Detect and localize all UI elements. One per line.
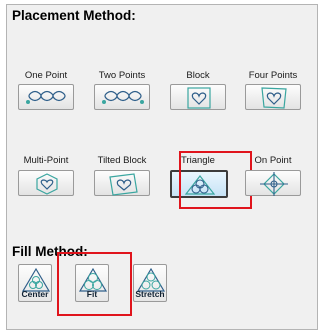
placement-method-title: Placement Method: bbox=[12, 8, 136, 23]
option-label-two-points: Two Points bbox=[98, 70, 146, 81]
fit-selection-highlight bbox=[57, 252, 132, 316]
option-label-four-points: Four Points bbox=[248, 70, 298, 81]
on-point-icon bbox=[260, 172, 288, 196]
fill-stretch-button[interactable]: Stretch bbox=[133, 264, 167, 302]
four-points-button[interactable] bbox=[245, 84, 301, 110]
block-button[interactable] bbox=[170, 84, 226, 110]
multi-point-button[interactable] bbox=[18, 170, 74, 196]
tilted-block-button[interactable] bbox=[94, 170, 150, 196]
option-label-block: Block bbox=[186, 70, 210, 81]
tilted-block-icon bbox=[109, 173, 138, 196]
option-label-multi-point: Multi-Point bbox=[23, 155, 69, 166]
multi-point-icon bbox=[36, 173, 58, 195]
one-point-icon bbox=[26, 90, 66, 104]
two-points-button[interactable] bbox=[94, 84, 150, 110]
fill-stretch-label: Stretch bbox=[135, 289, 165, 299]
option-label-on-point: On Point bbox=[254, 155, 292, 166]
on-point-button[interactable] bbox=[245, 170, 301, 196]
fill-center-label: Center bbox=[21, 289, 49, 299]
fill-center-button[interactable]: Center bbox=[18, 264, 52, 302]
option-label-tilted-block: Tilted Block bbox=[97, 155, 147, 166]
option-label-one-point: One Point bbox=[24, 70, 68, 81]
block-icon bbox=[187, 87, 211, 109]
one-point-button[interactable] bbox=[18, 84, 74, 110]
two-points-icon bbox=[102, 90, 144, 104]
four-points-icon bbox=[261, 87, 287, 109]
